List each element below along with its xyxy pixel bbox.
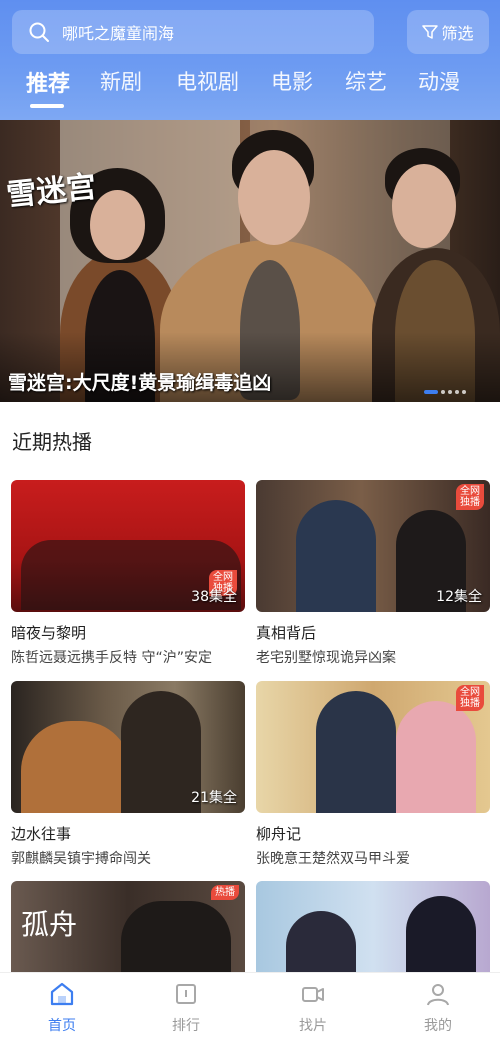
- show-thumbnail[interactable]: 全网 独播 38集全: [11, 480, 245, 612]
- show-description: 郭麒麟吴镇宇搏命闯关: [11, 851, 151, 867]
- pagination-dot[interactable]: [424, 390, 438, 394]
- show-card[interactable]: 全网 独播 12集全 真相背后 老宅别墅惊现诡异凶案: [256, 480, 490, 667]
- show-card[interactable]: 全网 独播 柳舟记 张晚意王楚然双马甲斗爱: [256, 681, 490, 868]
- pagination-dot[interactable]: [455, 390, 459, 394]
- nav-label: 我的: [424, 1018, 452, 1034]
- pagination-dot[interactable]: [441, 390, 445, 394]
- video-camera-icon: [302, 987, 324, 1002]
- nav-ranking[interactable]: 排行: [146, 981, 226, 1035]
- top-header: 哪吒之魔童闹海 筛选 推荐 新剧 电视剧 电影 综艺 动漫: [0, 0, 500, 120]
- show-card[interactable]: 孤舟 热播: [11, 881, 245, 972]
- banner-pagination: [424, 390, 466, 394]
- show-card[interactable]: [256, 881, 490, 972]
- show-card[interactable]: 全网 独播 38集全 暗夜与黎明 陈哲远聂远携手反特 守“沪”安定: [11, 480, 245, 667]
- tab-new-drama[interactable]: 新剧: [100, 66, 142, 96]
- show-description: 老宅别墅惊现诡异凶案: [256, 650, 396, 666]
- pagination-dot[interactable]: [462, 390, 466, 394]
- nav-home[interactable]: 首页: [22, 981, 102, 1035]
- nav-label: 找片: [299, 1018, 327, 1034]
- nav-label: 排行: [172, 1018, 200, 1034]
- show-title: 柳舟记: [256, 825, 302, 843]
- search-placeholder: 哪吒之魔童闹海: [62, 24, 175, 43]
- exclusive-badge: 全网 独播: [456, 685, 484, 711]
- tab-variety[interactable]: 综艺: [345, 66, 387, 96]
- thumb-figures: [121, 901, 231, 972]
- thumb-figures: [286, 911, 356, 972]
- thumb-figures: [21, 721, 131, 813]
- show-title: 真相背后: [256, 624, 317, 642]
- search-icon: [28, 21, 50, 43]
- filter-button[interactable]: 筛选: [407, 10, 489, 54]
- banner-figure: [392, 164, 456, 248]
- episode-count: 21集全: [191, 790, 237, 806]
- banner-caption: 雪迷宫:大尺度!黄景瑜缉毒追凶: [8, 372, 272, 394]
- tab-anime[interactable]: 动漫: [418, 66, 460, 96]
- thumb-figures: [296, 500, 376, 612]
- show-title: 边水往事: [11, 825, 72, 843]
- tab-tv-series[interactable]: 电视剧: [176, 66, 239, 96]
- show-thumbnail[interactable]: 21集全: [11, 681, 245, 813]
- nav-profile[interactable]: 我的: [398, 981, 478, 1035]
- show-thumbnail[interactable]: 全网 独播: [256, 681, 490, 813]
- bottom-navigation: 首页 排行 找片 我的: [0, 972, 500, 1045]
- active-tab-indicator: [30, 104, 64, 108]
- banner-logo-text: 雪迷宫: [4, 169, 98, 214]
- exclusive-badge: 全网 独播: [456, 484, 484, 510]
- banner-figure: [90, 190, 145, 260]
- hot-badge: 热播: [211, 885, 239, 900]
- show-description: 张晚意王楚然双马甲斗爱: [256, 851, 410, 867]
- profile-icon: [427, 984, 449, 1006]
- banner-figure: [238, 150, 310, 245]
- episode-count: 38集全: [191, 589, 237, 605]
- show-card[interactable]: 21集全 边水往事 郭麒麟吴镇宇搏命闯关: [11, 681, 245, 868]
- thumb-figures: [396, 701, 476, 813]
- thumb-figures: [121, 691, 201, 813]
- tab-recommend[interactable]: 推荐: [26, 66, 70, 98]
- show-thumbnail[interactable]: [256, 881, 490, 972]
- show-title: 暗夜与黎明: [11, 624, 87, 642]
- section-title-recent-hot: 近期热播: [12, 430, 92, 454]
- ranking-icon: [176, 984, 196, 1004]
- thumb-figures: [406, 896, 476, 972]
- show-thumbnail[interactable]: 孤舟 热播: [11, 881, 245, 972]
- category-tabs: 推荐 新剧 电视剧 电影 综艺 动漫: [0, 66, 500, 110]
- search-bar[interactable]: 哪吒之魔童闹海: [12, 10, 374, 54]
- filter-icon: [422, 25, 439, 39]
- tab-movies[interactable]: 电影: [271, 66, 313, 96]
- nav-find-movies[interactable]: 找片: [273, 981, 353, 1035]
- show-description: 陈哲远聂远携手反特 守“沪”安定: [11, 650, 212, 666]
- nav-label: 首页: [48, 1018, 76, 1034]
- pagination-dot[interactable]: [448, 390, 452, 394]
- thumb-figures: [316, 691, 396, 813]
- show-thumbnail[interactable]: 全网 独播 12集全: [256, 480, 490, 612]
- episode-count: 12集全: [436, 589, 482, 605]
- filter-label: 筛选: [441, 24, 474, 43]
- show-title-artwork: 孤舟: [21, 908, 78, 941]
- home-icon: [50, 982, 74, 1006]
